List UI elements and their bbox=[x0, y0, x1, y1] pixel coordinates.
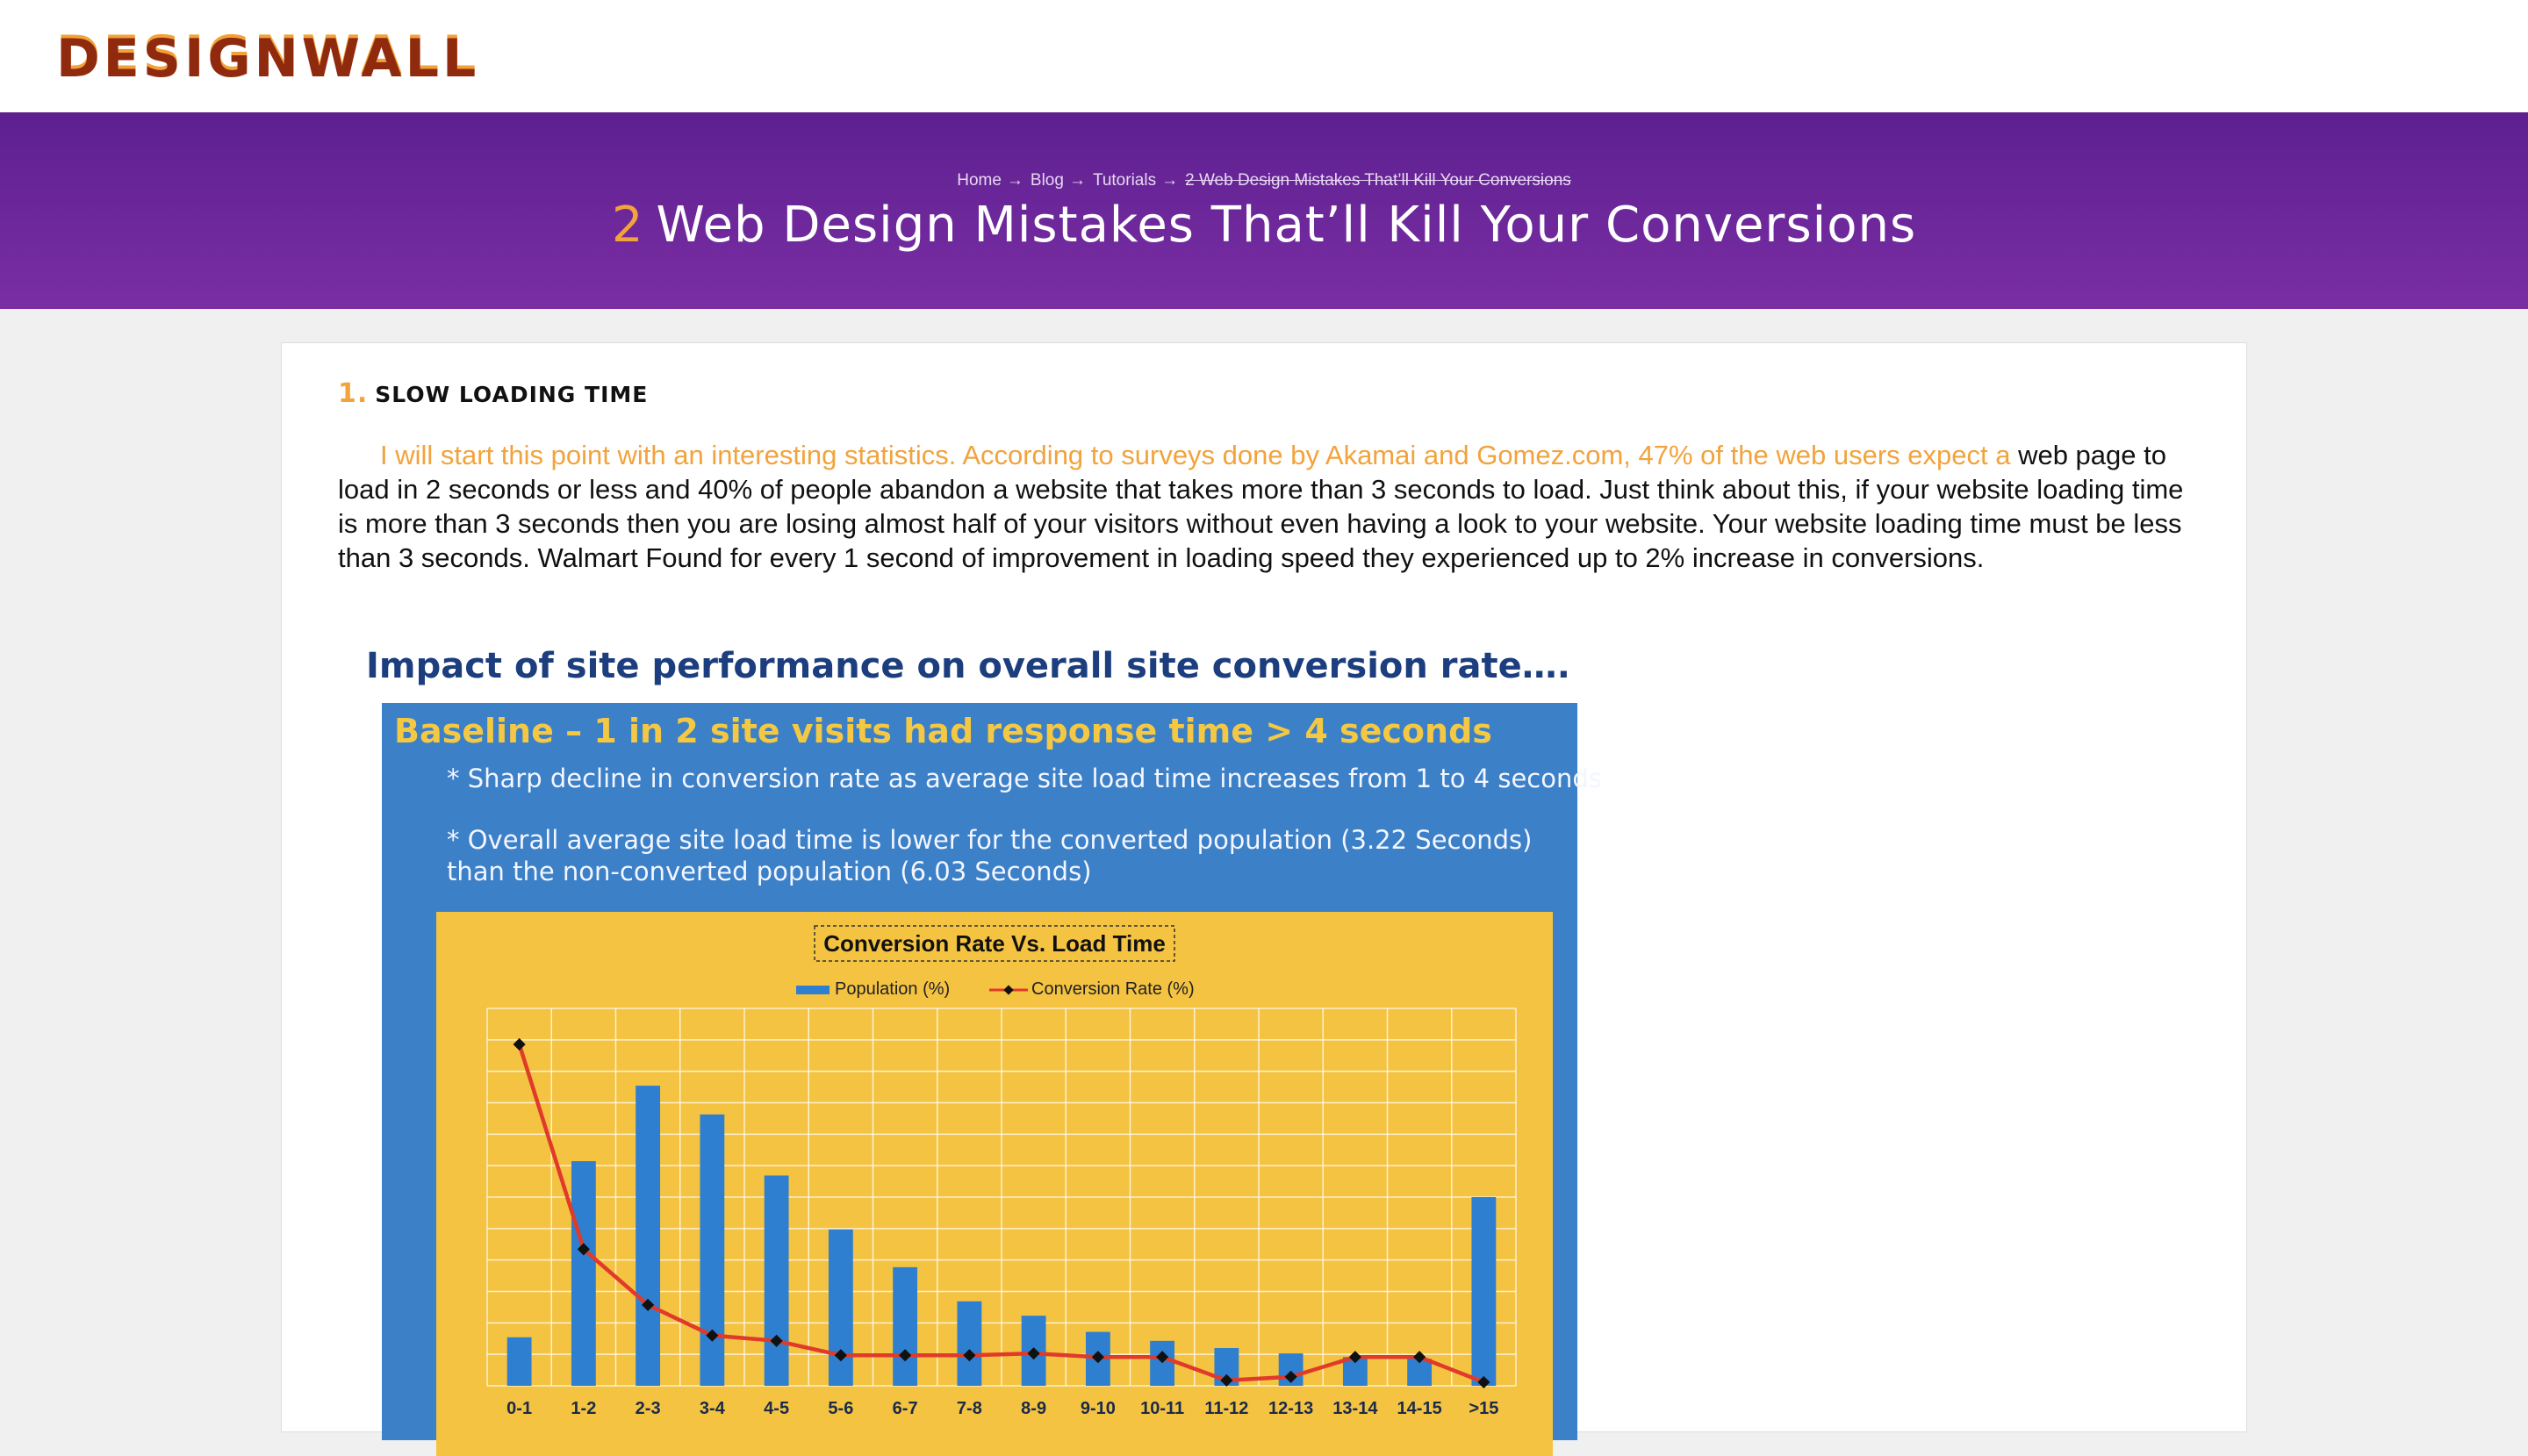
x-tick-label: 12-13 bbox=[1268, 1399, 1313, 1418]
population-bar bbox=[957, 1301, 982, 1386]
chart-panel: Conversion Rate Vs. Load Time Population … bbox=[436, 912, 1553, 1456]
breadcrumb-tutorials-link[interactable]: Tutorials bbox=[1093, 171, 1156, 190]
x-tick-label: 0-1 bbox=[506, 1399, 532, 1418]
population-bar bbox=[764, 1175, 789, 1386]
figure-bullet: * Sharp decline in conversion rate as av… bbox=[447, 764, 1602, 793]
legend-bar-swatch bbox=[796, 986, 830, 994]
x-tick-label: 11-12 bbox=[1204, 1399, 1248, 1418]
paragraph-highlight: I will start this point with an interest… bbox=[380, 440, 2011, 470]
site-header: DESIGNWALL bbox=[0, 0, 2528, 112]
page-title-number: 2 bbox=[611, 197, 644, 254]
breadcrumb-separator-icon: → bbox=[1161, 171, 1179, 190]
x-tick-label: 8-9 bbox=[1021, 1399, 1046, 1418]
population-bar bbox=[700, 1114, 725, 1386]
page-title-text: Web Design Mistakes That’ll Kill Your Co… bbox=[656, 197, 1917, 254]
population-bar bbox=[636, 1086, 661, 1386]
x-tick-label: 9-10 bbox=[1081, 1399, 1116, 1418]
population-bar bbox=[1471, 1197, 1497, 1386]
site-logo[interactable]: DESIGNWALL bbox=[56, 25, 479, 88]
figure-panel: Baseline – 1 in 2 site visits had respon… bbox=[382, 703, 1602, 1456]
x-tick-label: >15 bbox=[1469, 1399, 1498, 1418]
population-bar bbox=[893, 1266, 918, 1386]
x-tick-label: 6-7 bbox=[893, 1399, 918, 1418]
conversion-chart: Conversion Rate Vs. Load Time Population … bbox=[486, 925, 1517, 1418]
breadcrumb: Home → Blog → Tutorials → 2 Web Design Mistake… bbox=[0, 170, 2528, 191]
breadcrumb-blog-link[interactable]: Blog bbox=[1031, 171, 1064, 190]
x-tick-label: 13-14 bbox=[1332, 1399, 1378, 1418]
x-tick-label: 2-3 bbox=[636, 1399, 661, 1418]
breadcrumb-separator-icon: → bbox=[1006, 171, 1023, 190]
section-number: 1. bbox=[338, 378, 369, 409]
page-hero: Home → Blog → Tutorials → 2 Web Design Mistake… bbox=[0, 112, 2528, 309]
population-bar bbox=[828, 1229, 853, 1386]
figure-bullet: * Overall average site load time is lowe… bbox=[447, 825, 1533, 886]
section-heading: 1. SLOW LOADING TIME bbox=[338, 377, 648, 412]
figure-title: Impact of site performance on overall si… bbox=[366, 646, 1570, 686]
breadcrumb-current: 2 Web Design Mistakes That’ll Kill Your … bbox=[1185, 171, 1571, 190]
population-bar bbox=[506, 1337, 532, 1386]
chart-title: Conversion Rate Vs. Load Time bbox=[823, 930, 1166, 957]
article-card: 1. SLOW LOADING TIME I will start this po… bbox=[281, 342, 2247, 1456]
x-tick-label: 5-6 bbox=[828, 1399, 853, 1418]
x-tick-label: 1-2 bbox=[571, 1399, 596, 1418]
x-tick-label: 3-4 bbox=[700, 1399, 726, 1418]
x-tick-label: 10-11 bbox=[1140, 1399, 1184, 1418]
x-tick-label: 4-5 bbox=[764, 1399, 789, 1418]
article-figure: Impact of site performance on overall si… bbox=[338, 642, 1602, 1456]
article-paragraph: I will start this point with an interest… bbox=[338, 438, 2199, 575]
legend-label: Population (%) bbox=[835, 979, 950, 999]
population-bar bbox=[571, 1161, 596, 1386]
breadcrumb-home-link[interactable]: Home bbox=[957, 171, 1002, 190]
legend-marker bbox=[1003, 985, 1014, 995]
figure-subtitle: Baseline – 1 in 2 site visits had respon… bbox=[394, 712, 1492, 750]
x-tick-label: 7-8 bbox=[957, 1399, 982, 1418]
page-title: 2 Web Design Mistakes That’ll Kill Your C… bbox=[0, 195, 2528, 256]
breadcrumb-separator-icon: → bbox=[1068, 171, 1086, 190]
legend-label: Conversion Rate (%) bbox=[1031, 979, 1195, 999]
x-tick-label: 14-15 bbox=[1397, 1399, 1442, 1418]
population-bar bbox=[1150, 1340, 1175, 1386]
section-title: SLOW LOADING TIME bbox=[375, 382, 649, 407]
